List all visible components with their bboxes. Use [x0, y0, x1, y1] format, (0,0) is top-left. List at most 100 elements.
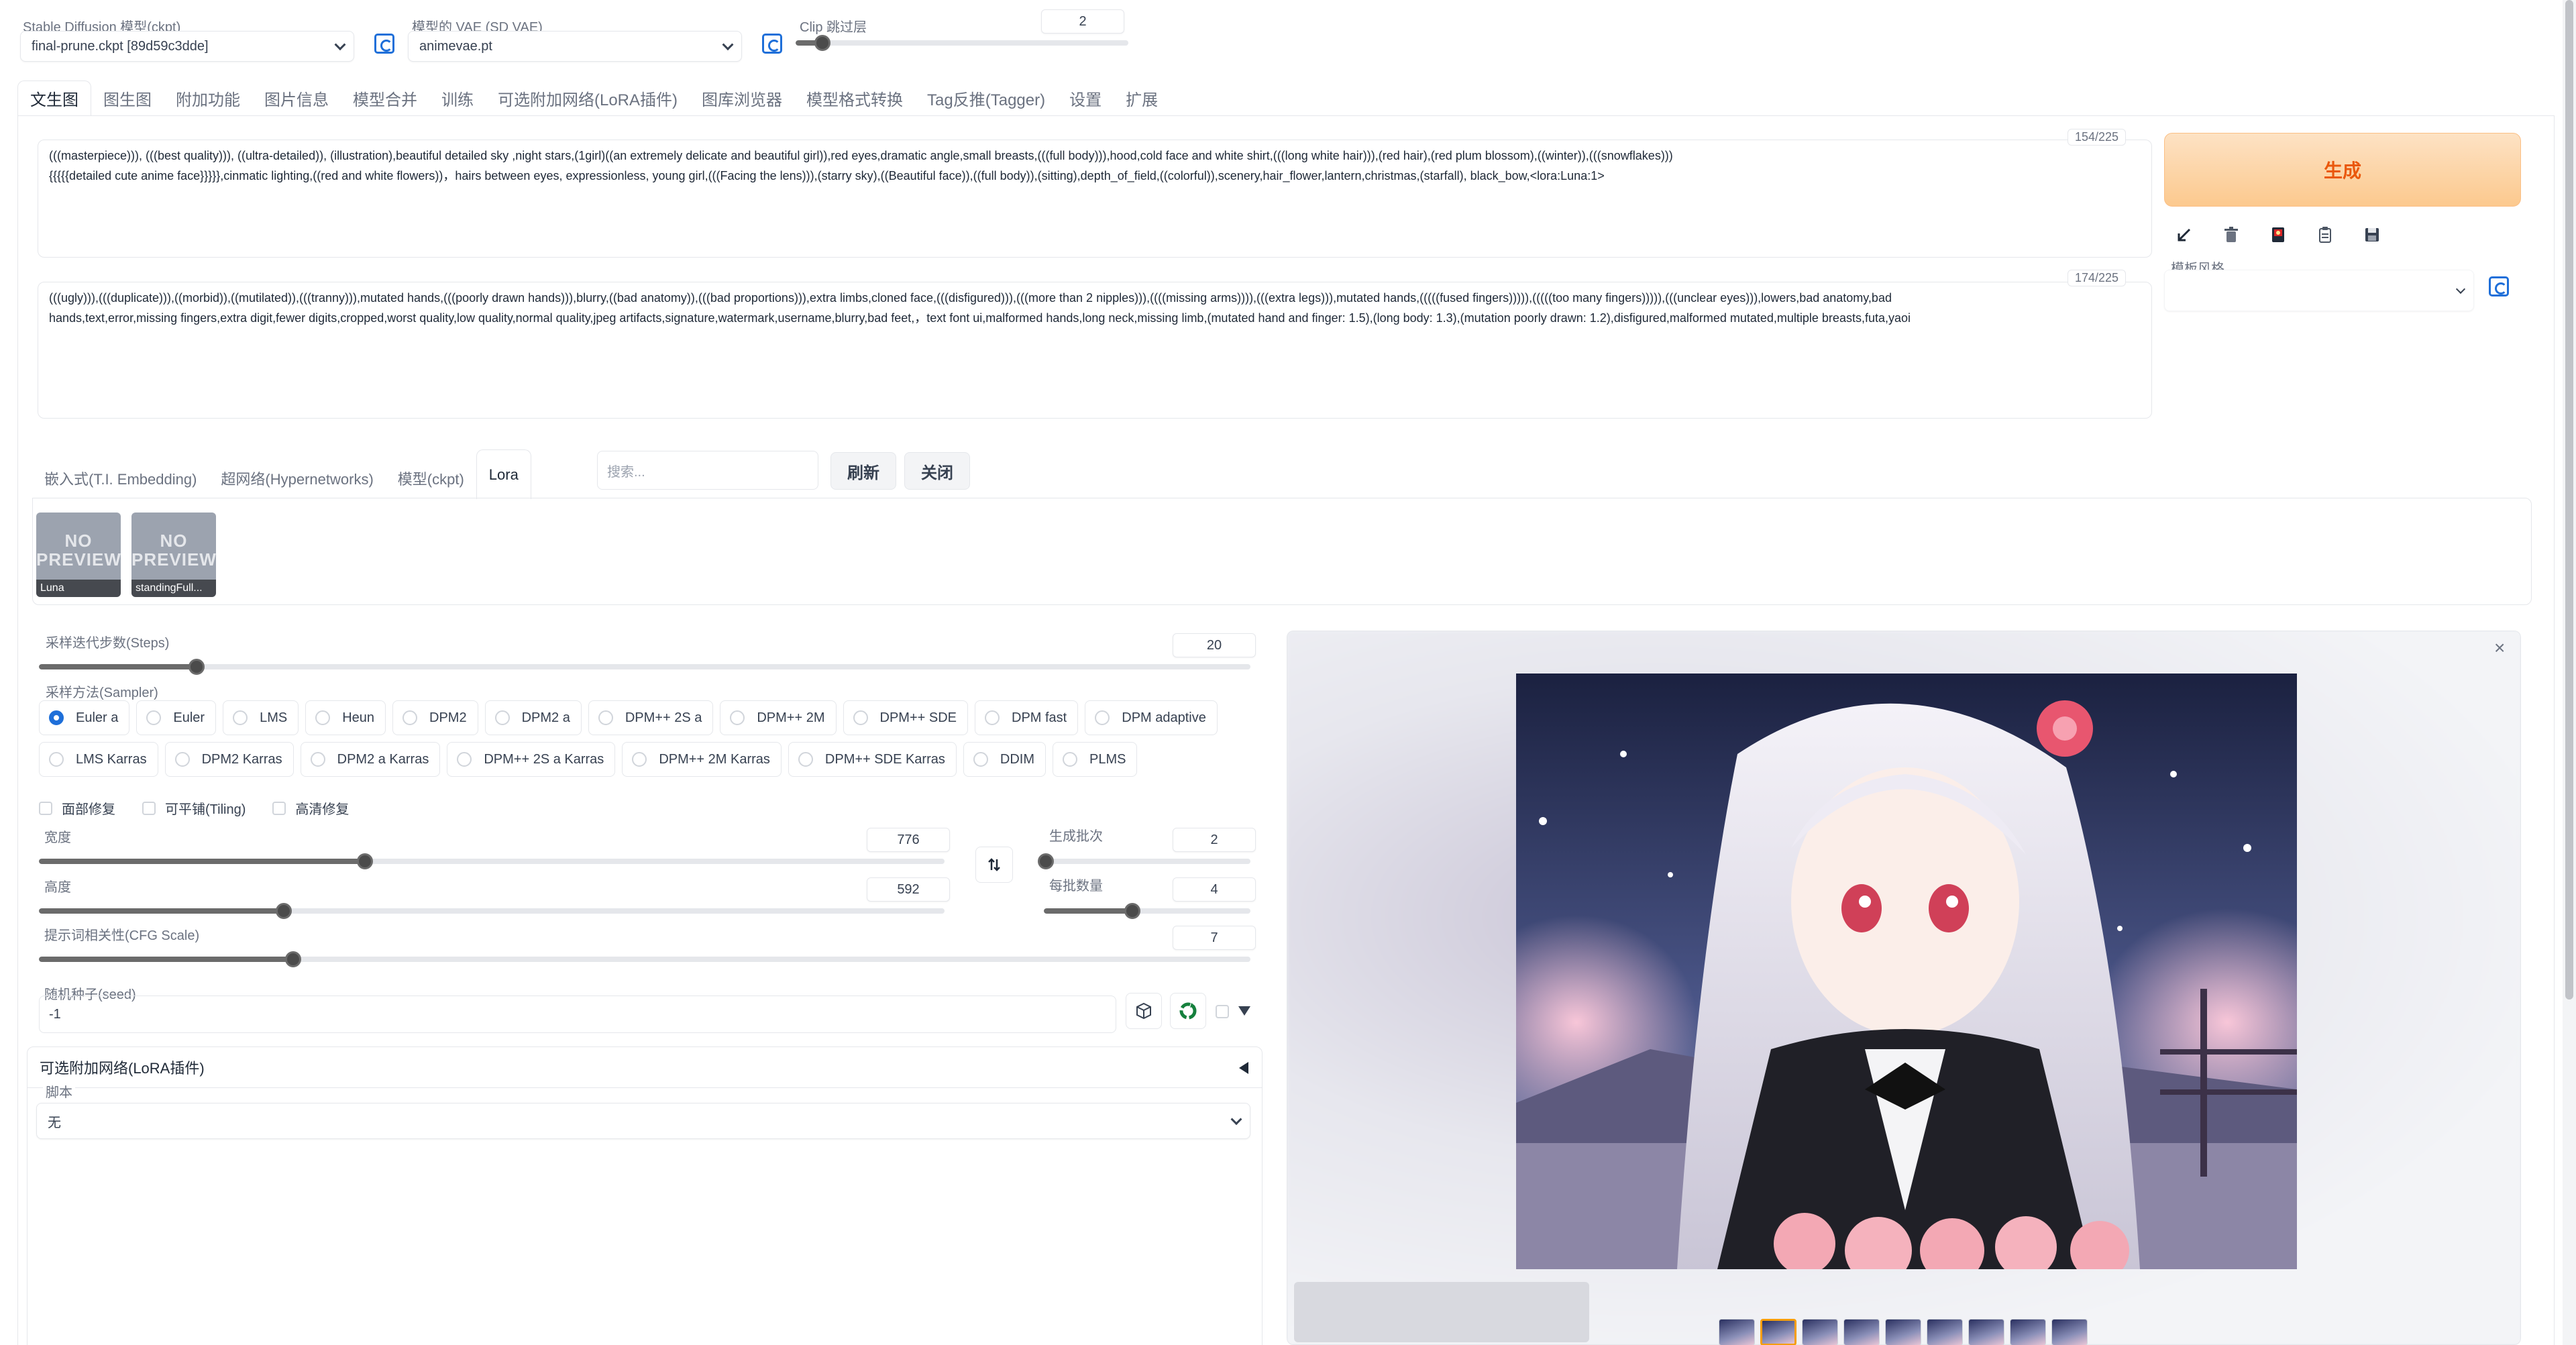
sampler-option[interactable]: Heun: [305, 700, 386, 735]
refresh-ckpt-icon[interactable]: [374, 34, 394, 54]
no-preview-placeholder: NO PREVIEW: [131, 531, 216, 570]
gallery-thumbnail[interactable]: [1885, 1319, 1921, 1345]
extra-seed-checkbox[interactable]: [1216, 1005, 1229, 1018]
height-slider-track[interactable]: [39, 908, 945, 914]
width-input[interactable]: 776: [867, 828, 950, 852]
sampler-option[interactable]: DPM++ 2M Karras: [622, 742, 782, 777]
steps-slider-track[interactable]: [39, 664, 1250, 669]
height-input[interactable]: 592: [867, 877, 950, 902]
batch-count-input[interactable]: 2: [1173, 828, 1256, 852]
batch-size-slider-track[interactable]: [1044, 908, 1250, 914]
option-checkbox[interactable]: 可平铺(Tiling): [142, 798, 246, 818]
radio-icon: [457, 752, 472, 767]
sampler-option[interactable]: DPM++ 2S a: [588, 700, 714, 735]
refresh-button[interactable]: 刷新: [830, 452, 896, 490]
arrow-icon[interactable]: [2164, 215, 2204, 255]
recycle-icon[interactable]: [1170, 993, 1206, 1029]
gallery-thumbnail[interactable]: [1968, 1319, 2004, 1345]
refresh-vae-icon[interactable]: [762, 34, 782, 54]
clip-value-input[interactable]: 2: [1041, 9, 1124, 34]
gallery-thumbnail[interactable]: [1760, 1319, 1796, 1345]
gallery-thumbnail[interactable]: [1843, 1319, 1880, 1345]
trash-icon[interactable]: [2211, 215, 2251, 255]
scrollbar-thumb[interactable]: [2565, 0, 2573, 1000]
tab-6[interactable]: 可选附加网络(LoRA插件): [486, 80, 690, 115]
gallery-thumbnail[interactable]: [1927, 1319, 1963, 1345]
sampler-option[interactable]: DPM++ 2M: [720, 700, 837, 735]
gallery-thumbnail[interactable]: [1802, 1319, 1838, 1345]
tab-10[interactable]: 设置: [1057, 80, 1114, 115]
sampler-option[interactable]: DPM2 Karras: [164, 742, 294, 777]
close-icon[interactable]: ×: [2494, 637, 2505, 659]
tab-7[interactable]: 图库浏览器: [690, 80, 794, 115]
sampler-option[interactable]: Euler: [136, 700, 217, 735]
sampler-option[interactable]: DPM fast: [975, 700, 1079, 735]
sampler-option[interactable]: DPM adaptive: [1085, 700, 1218, 735]
red-card-icon[interactable]: [2258, 215, 2298, 255]
gallery-thumbnail[interactable]: [2051, 1319, 2088, 1345]
extra-tab-0[interactable]: 嵌入式(T.I. Embedding): [32, 458, 209, 499]
save-icon[interactable]: [2352, 215, 2392, 255]
close-button[interactable]: 关闭: [904, 452, 970, 490]
tab-9[interactable]: Tag反推(Tagger): [915, 80, 1057, 115]
negative-prompt-textarea[interactable]: (((ugly))),(((duplicate))),((morbid)),((…: [38, 282, 2152, 419]
clip-slider-thumb[interactable]: [814, 35, 830, 51]
ckpt-select[interactable]: final-prune.ckpt [89d59c3dde]: [20, 31, 354, 62]
style-select[interactable]: [2164, 270, 2474, 311]
sampler-option[interactable]: DPM++ SDE Karras: [788, 742, 957, 777]
sampler-option[interactable]: LMS Karras: [39, 742, 158, 777]
cfg-slider-track[interactable]: [39, 957, 1250, 962]
sampler-option[interactable]: DPM++ SDE: [843, 700, 968, 735]
lora-search-input[interactable]: 搜索...: [597, 451, 818, 490]
batch-size-input[interactable]: 4: [1173, 877, 1256, 902]
seed-input[interactable]: -1: [39, 996, 1116, 1033]
width-slider-track[interactable]: [39, 859, 945, 864]
prompt-token-counter: 154/225: [2068, 129, 2127, 146]
option-checkbox[interactable]: 面部修复: [39, 798, 115, 818]
tab-5[interactable]: 训练: [429, 80, 486, 115]
tool-buttons: [2164, 215, 2392, 255]
sampler-option[interactable]: LMS: [223, 700, 299, 735]
expand-triangle-icon[interactable]: [1238, 1006, 1250, 1016]
lora-card[interactable]: NO PREVIEW Luna: [36, 513, 121, 597]
generate-button[interactable]: 生成: [2164, 133, 2521, 207]
tab-1[interactable]: 图生图: [91, 80, 164, 115]
vae-select[interactable]: animevae.pt: [408, 31, 742, 62]
sampler-option[interactable]: DDIM: [963, 742, 1046, 777]
tab-4[interactable]: 模型合并: [341, 80, 429, 115]
page-scrollbar[interactable]: [2563, 0, 2576, 1345]
height-slider-thumb[interactable]: [275, 903, 292, 919]
extra-tab-3[interactable]: Lora: [476, 449, 531, 499]
clip-slider-track[interactable]: [796, 40, 1128, 46]
sampler-option[interactable]: DPM2 a Karras: [300, 742, 441, 777]
gallery-thumbnail[interactable]: [2010, 1319, 2046, 1345]
sampler-option[interactable]: DPM++ 2S a Karras: [447, 742, 616, 777]
dice-icon[interactable]: [1126, 993, 1162, 1029]
width-slider-thumb[interactable]: [357, 853, 373, 869]
lora-card[interactable]: NO PREVIEW standingFull...: [131, 513, 216, 597]
extra-tab-2[interactable]: 模型(ckpt): [386, 458, 476, 499]
prompt-textarea[interactable]: (((masterpiece))), (((best quality))), (…: [38, 140, 2152, 258]
tab-0[interactable]: 文生图: [17, 80, 91, 115]
lora-accordion[interactable]: 可选附加网络(LoRA插件): [27, 1046, 1263, 1088]
tab-2[interactable]: 附加功能: [164, 80, 252, 115]
extra-tab-1[interactable]: 超网络(Hypernetworks): [209, 458, 385, 499]
gallery-thumbnail[interactable]: [1719, 1319, 1755, 1345]
sampler-option[interactable]: PLMS: [1052, 742, 1138, 777]
steps-input[interactable]: 20: [1173, 633, 1256, 657]
generated-image[interactable]: [1516, 674, 2297, 1269]
batch-count-slider-thumb[interactable]: [1038, 853, 1055, 869]
tab-3[interactable]: 图片信息: [252, 80, 341, 115]
refresh-style-icon[interactable]: [2489, 276, 2509, 297]
tab-11[interactable]: 扩展: [1114, 80, 1170, 115]
steps-slider-thumb[interactable]: [188, 659, 205, 675]
clipboard-icon[interactable]: [2305, 215, 2345, 255]
sampler-option[interactable]: Euler a: [39, 700, 130, 735]
option-checkbox[interactable]: 高清修复: [272, 798, 349, 818]
sampler-option[interactable]: DPM2: [392, 700, 478, 735]
swap-arrows-icon[interactable]: [975, 847, 1013, 883]
tab-8[interactable]: 模型格式转换: [794, 80, 915, 115]
sampler-option[interactable]: DPM2 a: [484, 700, 582, 735]
cfg-input[interactable]: 7: [1173, 926, 1256, 950]
batch-count-slider-track[interactable]: [1044, 859, 1250, 864]
